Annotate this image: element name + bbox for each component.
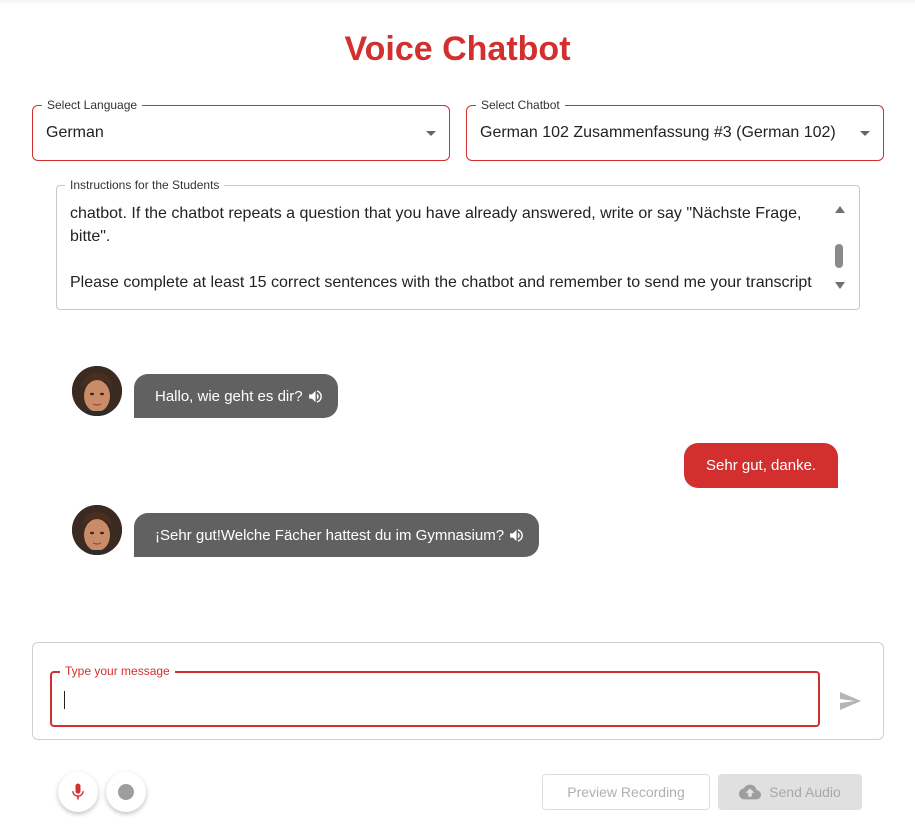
chatbot-select[interactable]: Select Chatbot German 102 Zusammenfassun… — [466, 98, 884, 161]
instructions-text: chatbot. If the chatbot repeats a questi… — [70, 205, 812, 291]
volume-icon[interactable] — [508, 527, 525, 544]
record-icon — [118, 784, 134, 800]
text-cursor — [64, 691, 65, 709]
top-border — [0, 0, 915, 4]
instructions-label: Instructions for the Students — [65, 178, 225, 192]
send-audio-label: Send Audio — [769, 784, 841, 800]
chatbot-select-label: Select Chatbot — [476, 98, 565, 112]
user-message-text: Sehr gut, danke. — [706, 457, 817, 474]
mic-button[interactable] — [58, 772, 98, 812]
mic-icon — [72, 783, 84, 800]
message-input[interactable] — [62, 685, 802, 713]
scroll-down-arrow-icon[interactable] — [835, 282, 845, 289]
chatbot-select-value: German 102 Zusammenfassung #3 (German 10… — [480, 124, 836, 141]
scroll-up-arrow-icon[interactable] — [835, 206, 845, 213]
bot-avatar — [72, 505, 122, 555]
preview-recording-label: Preview Recording — [567, 784, 685, 800]
send-button[interactable] — [838, 689, 862, 713]
send-audio-button[interactable]: Send Audio — [718, 774, 862, 810]
bot-message-text: Hallo, wie geht es dir? — [155, 387, 303, 405]
message-field-label: Type your message — [60, 664, 175, 678]
send-icon — [840, 692, 861, 710]
bot-message-text: ¡Sehr gut!Welche Fächer hattest du im Gy… — [155, 526, 505, 544]
record-button[interactable] — [106, 772, 146, 812]
dropdown-arrow-icon[interactable] — [426, 131, 436, 136]
preview-recording-button[interactable]: Preview Recording — [542, 774, 710, 810]
cloud-upload-icon — [739, 784, 762, 800]
language-select-label: Select Language — [42, 98, 143, 112]
page-title: Voice Chatbot — [344, 30, 571, 68]
dropdown-arrow-icon[interactable] — [860, 131, 870, 136]
language-select-value: German — [46, 124, 104, 141]
bot-message: Hallo, wie geht es dir? — [134, 374, 338, 418]
user-message: Sehr gut, danke. — [684, 443, 839, 488]
message-field[interactable]: Type your message — [50, 664, 820, 727]
volume-icon[interactable] — [307, 388, 324, 405]
bot-message: ¡Sehr gut!Welche Fächer hattest du im Gy… — [134, 513, 540, 557]
scrollbar-thumb[interactable] — [835, 244, 843, 268]
message-composer: Type your message — [32, 642, 884, 740]
instructions-box[interactable]: Instructions for the Students chatbot. I… — [56, 178, 860, 310]
bot-avatar — [72, 366, 122, 416]
language-select[interactable]: Select Language German — [32, 98, 450, 161]
